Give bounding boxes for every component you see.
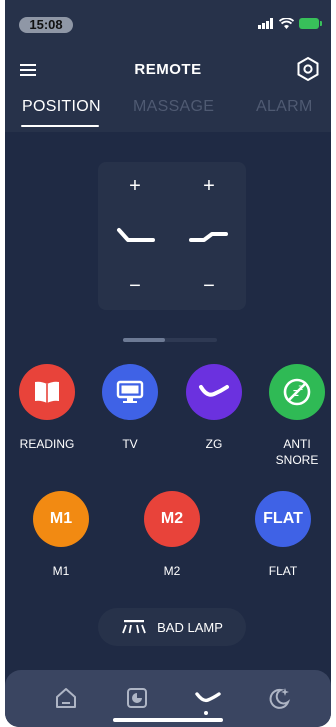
zero-gravity-icon <box>199 385 229 397</box>
m1-button-text: M1 <box>49 510 73 527</box>
bad-lamp-label: BAD LAMP <box>157 619 223 635</box>
reading-button[interactable] <box>19 364 75 420</box>
anti-snore-label: ANTI SNORE <box>275 437 319 467</box>
tab-bar: POSITION MASSAGE ALARM <box>5 92 331 132</box>
zg-button[interactable] <box>186 364 242 420</box>
tab-massage[interactable]: MASSAGE <box>133 98 214 116</box>
page-title: REMOTE <box>134 61 202 78</box>
m1-button[interactable]: M1 <box>33 491 89 547</box>
home-indicator <box>113 718 223 722</box>
active-tab-indicator <box>21 125 99 127</box>
zg-label: ZG <box>205 437 223 451</box>
flat-button-text: FLAT <box>263 510 303 527</box>
status-bar: 15:08 <box>5 0 331 48</box>
foot-incline-icon <box>189 232 228 242</box>
book-icon <box>35 381 59 403</box>
position-panel: + + − − <box>98 162 246 310</box>
bed-icon[interactable] <box>194 686 222 710</box>
battery-icon <box>299 18 322 29</box>
signal-icon <box>258 18 273 29</box>
app-header: REMOTE <box>5 48 331 92</box>
m1-label: M1 <box>52 564 70 578</box>
tv-button[interactable] <box>102 364 158 420</box>
wifi-icon <box>279 18 294 29</box>
head-incline-icon <box>117 228 155 242</box>
timer-icon[interactable] <box>125 686 149 710</box>
head-down-button[interactable]: − <box>123 276 147 296</box>
home-icon[interactable] <box>54 686 78 710</box>
bad-lamp-button[interactable]: BAD LAMP <box>98 608 246 646</box>
head-up-button[interactable]: + <box>123 176 147 196</box>
tv-label: TV <box>122 437 138 451</box>
bottom-navigation <box>5 670 331 727</box>
app-screen: 15:08 REMOTE POSITION MASSAGE ALARM + + … <box>5 0 331 727</box>
flat-label: FLAT <box>268 564 298 578</box>
m2-button[interactable]: M2 <box>144 491 200 547</box>
no-snore-icon: Z Z <box>283 378 311 406</box>
m2-button-text: M2 <box>160 510 184 527</box>
svg-text:Z: Z <box>299 385 304 392</box>
tab-alarm[interactable]: ALARM <box>256 98 313 116</box>
m2-label: M2 <box>163 564 181 578</box>
tab-position[interactable]: POSITION <box>22 98 101 116</box>
status-icons <box>258 18 322 29</box>
page-indicator-thumb <box>123 338 165 342</box>
anti-snore-button[interactable]: Z Z <box>269 364 325 420</box>
flat-button[interactable]: FLAT <box>255 491 311 547</box>
lamp-icon <box>122 620 146 634</box>
reading-label: READING <box>19 437 75 451</box>
status-time: 15:08 <box>19 17 73 33</box>
settings-icon[interactable] <box>295 56 321 82</box>
foot-down-button[interactable]: − <box>197 276 221 296</box>
monitor-icon <box>116 380 144 403</box>
foot-up-button[interactable]: + <box>197 176 221 196</box>
active-nav-dot <box>204 711 208 715</box>
moon-icon[interactable] <box>267 686 291 710</box>
